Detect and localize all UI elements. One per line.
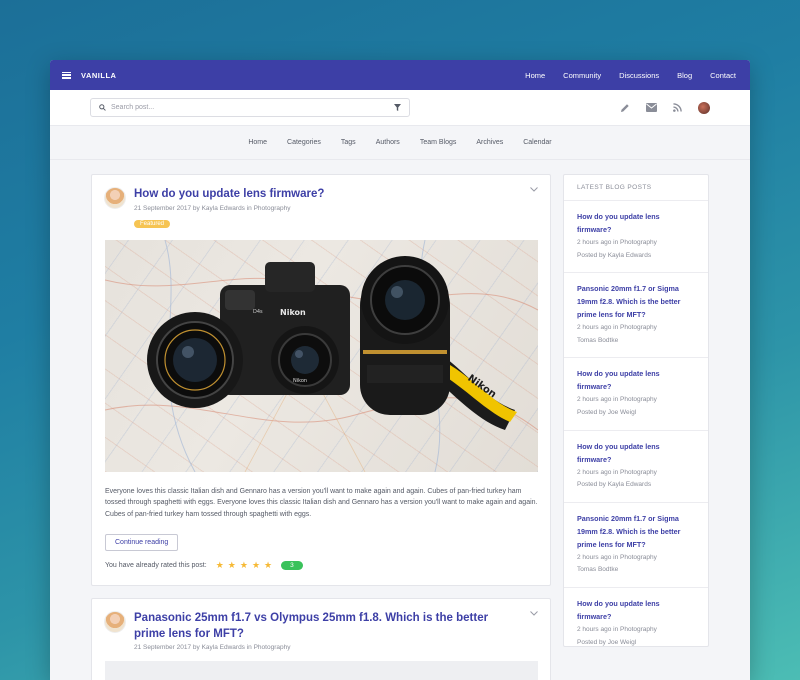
rating-label: You have already rated this post: (105, 562, 207, 570)
sidebar-post-time: 2 hours ago in Photography (577, 396, 657, 404)
sidebar-post-title[interactable]: How do you update lens firmware? (577, 368, 695, 394)
post-rating: You have already rated this post: ★ ★ ★ … (92, 551, 550, 571)
continue-reading-button[interactable]: Continue reading (105, 534, 179, 552)
post-meta: 21 September 2017 by Kayla Edwards in Ph… (134, 644, 291, 652)
mail-icon[interactable] (646, 103, 657, 112)
sidebar-post-title[interactable]: How do you update lens firmware? (577, 598, 695, 624)
nav-community[interactable]: Community (563, 71, 601, 80)
search-placeholder: Search post... (111, 104, 155, 111)
sidebar-post-item: How do you update lens firmware? 2 hours… (564, 588, 708, 659)
featured-badge: Featured (134, 219, 171, 228)
sidebar-post-item: How do you update lens firmware? 2 hours… (564, 431, 708, 503)
sidebar-post-title[interactable]: Pansonic 20mm f1.7 or Sigma 19mm f2.8. W… (577, 283, 695, 322)
subnav-calendar[interactable]: Calendar (523, 139, 551, 146)
author-avatar[interactable] (104, 611, 126, 633)
nav-discussions[interactable]: Discussions (619, 71, 659, 80)
brand-logo[interactable]: VANILLA (81, 71, 116, 80)
nav-home[interactable]: Home (525, 71, 545, 80)
sidebar-post-author: Tomas Bodtke (577, 566, 619, 574)
search-input[interactable]: Search post... (90, 98, 410, 117)
post-title[interactable]: How do you update lens firmware? (134, 187, 324, 203)
menu-icon[interactable] (62, 71, 71, 79)
pencil-icon[interactable] (620, 103, 630, 113)
right-lens (360, 255, 450, 415)
sidebar-post-author: Posted by Kayla Edwards (577, 251, 652, 259)
sidebar-post-author: Posted by Joe Weigl (577, 638, 637, 646)
sidebar-post-time: 2 hours ago in Photography (577, 468, 657, 476)
rss-icon[interactable] (673, 103, 682, 112)
nav-blog[interactable]: Blog (677, 71, 692, 80)
sidebar-post-title[interactable]: How do you update lens firmware? (577, 441, 695, 467)
user-avatar[interactable] (698, 101, 710, 114)
top-navbar: VANILLA Home Community Discussions Blog … (50, 60, 750, 90)
sidebar-post-item: How do you update lens firmware? 2 hours… (564, 201, 708, 274)
blog-subnav: Home Categories Tags Authors Team Blogs … (50, 126, 750, 160)
lens-brand-text: Nikon (293, 378, 307, 384)
star-icon[interactable]: ★ (228, 561, 236, 570)
camera-model-text: D4s (253, 309, 263, 315)
subnav-categories[interactable]: Categories (287, 139, 321, 146)
sidebar-post-time: 2 hours ago in Photography (577, 626, 657, 634)
post-title[interactable]: Panasonic 25mm f1.7 vs Olympus 25mm f1.8… (134, 611, 494, 642)
camera-photo-illustration: Nikon Nikon D4s Nikon (105, 239, 538, 472)
post-header: How do you update lens firmware? 21 Sept… (92, 175, 550, 230)
sidebar-post-title[interactable]: Pansonic 20mm f1.7 or Sigma 19mm f2.8. W… (577, 513, 695, 552)
sidebar-post-time: 2 hours ago in Photography (577, 324, 657, 332)
filter-icon[interactable] (394, 104, 401, 111)
chevron-down-icon[interactable] (530, 611, 538, 616)
blog-post-card: Panasonic 25mm f1.7 vs Olympus 25mm f1.8… (91, 598, 551, 680)
chevron-down-icon[interactable] (530, 187, 538, 192)
header-actions (620, 101, 710, 114)
sidebar-post-item: Pansonic 20mm f1.7 or Sigma 19mm f2.8. W… (564, 503, 708, 589)
post-featured-image[interactable]: Nikon Nikon D4s Nikon (105, 239, 538, 472)
rating-stars[interactable]: ★ ★ ★ ★ ★ (216, 561, 272, 570)
sidebar-post-title[interactable]: How do you update lens firmware? (577, 211, 695, 237)
post-meta: 21 September 2017 by Kayla Edwards in Ph… (134, 204, 291, 212)
star-icon[interactable]: ★ (240, 561, 248, 570)
star-icon[interactable]: ★ (252, 561, 260, 570)
subnav-authors[interactable]: Authors (376, 139, 400, 146)
star-icon[interactable]: ★ (264, 561, 272, 570)
app-window: VANILLA Home Community Discussions Blog … (50, 60, 750, 680)
post-image-placeholder (105, 661, 538, 680)
subnav-archives[interactable]: Archives (476, 139, 503, 146)
sidebar-heading: LATEST BLOG POSTS (564, 175, 708, 201)
search-icon (99, 104, 106, 111)
sidebar-post-author: Posted by Joe Weigl (577, 409, 637, 417)
latest-posts-sidebar: LATEST BLOG POSTS How do you update lens… (563, 174, 709, 647)
rating-count-badge: 3 (281, 561, 303, 571)
post-header: Panasonic 25mm f1.7 vs Olympus 25mm f1.8… (92, 599, 550, 651)
main-nav: Home Community Discussions Blog Contact (525, 71, 736, 80)
post-excerpt: Everyone loves this classic Italian dish… (105, 487, 538, 518)
camera-brand-text: Nikon (280, 308, 306, 317)
blog-post-card: How do you update lens firmware? 21 Sept… (91, 174, 551, 586)
subnav-team-blogs[interactable]: Team Blogs (420, 139, 457, 146)
sidebar-post-time: 2 hours ago in Photography (577, 238, 657, 246)
sidebar-post-item: How do you update lens firmware? 2 hours… (564, 358, 708, 431)
sidebar-post-author: Posted by Kayla Edwards (577, 481, 652, 489)
subnav-home[interactable]: Home (248, 139, 267, 146)
left-lens (147, 311, 243, 408)
sidebar-post-author: Tomas Bodtke (577, 336, 619, 344)
subnav-tags[interactable]: Tags (341, 139, 356, 146)
search-bar-row: Search post... (50, 90, 750, 126)
sidebar-post-time: 2 hours ago in Photography (577, 553, 657, 561)
sidebar-post-item: Pansonic 20mm f1.7 or Sigma 19mm f2.8. W… (564, 273, 708, 359)
nav-contact[interactable]: Contact (710, 71, 736, 80)
author-avatar[interactable] (104, 187, 126, 209)
star-icon[interactable]: ★ (216, 561, 224, 570)
